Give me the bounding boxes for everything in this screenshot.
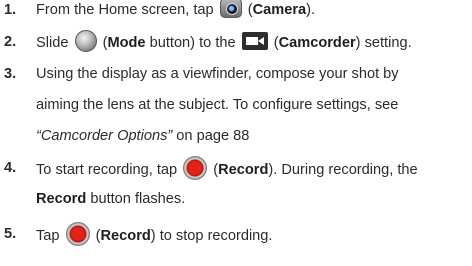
step-5-text-before: Tap bbox=[36, 227, 64, 244]
record-label: Record bbox=[218, 161, 269, 178]
paren: ( bbox=[243, 2, 253, 18]
step-4-line-1: To start recording, tap (Record). During… bbox=[36, 156, 472, 189]
step-2-text-mid: button) to the bbox=[145, 34, 240, 51]
step-4-text-after: ). During recording, the bbox=[268, 161, 418, 178]
step-5-text-after: ) to stop recording. bbox=[150, 227, 273, 244]
record-label: Record bbox=[100, 227, 151, 244]
camcorder-icon bbox=[241, 32, 268, 50]
paren: ( bbox=[269, 34, 279, 51]
step-2-text-after: ) setting. bbox=[355, 34, 412, 51]
step-number: 2. bbox=[4, 34, 17, 50]
record-icon bbox=[183, 156, 208, 180]
camera-label: Camera bbox=[252, 2, 307, 18]
camcorder-label: Camcorder bbox=[278, 34, 356, 51]
mode-label: Mode bbox=[107, 34, 146, 51]
step-1-text-before: From the Home screen, tap bbox=[36, 2, 218, 18]
record-icon bbox=[65, 222, 90, 246]
step-text: Slide (Mode button) to the (Camcorder) s… bbox=[36, 30, 472, 54]
camcorder-options-reference: “Camcorder Options” bbox=[36, 128, 173, 144]
step-3-line-3: “Camcorder Options” on page 88 bbox=[36, 126, 472, 157]
step-4-text-before: To start recording, tap bbox=[36, 161, 182, 178]
record-label: Record bbox=[36, 191, 87, 207]
step-number: 3. bbox=[4, 66, 17, 82]
step-text: Tap (Record) to stop recording. bbox=[36, 222, 472, 248]
step-text: Using the display as a viewfinder, compo… bbox=[36, 64, 472, 157]
step-text: From the Home screen, tap (Camera). bbox=[36, 0, 472, 20]
camera-icon bbox=[219, 0, 242, 19]
step-2-text-before: Slide bbox=[36, 34, 73, 51]
page-reference: on page 88 bbox=[172, 128, 250, 144]
step-4-line-2: Record button flashes. bbox=[36, 189, 472, 220]
mode-button-icon bbox=[74, 30, 97, 52]
step-text: To start recording, tap (Record). During… bbox=[36, 156, 472, 220]
step-4-line-2-after: button flashes. bbox=[86, 191, 186, 207]
paren: ( bbox=[91, 227, 101, 244]
step-3-line-1: Using the display as a viewfinder, compo… bbox=[36, 66, 399, 82]
paren-close: ). bbox=[306, 2, 316, 18]
step-number: 1. bbox=[4, 2, 17, 18]
paren: ( bbox=[209, 161, 219, 178]
step-number: 5. bbox=[4, 226, 17, 242]
step-3-line-2: aiming the lens at the subject. To confi… bbox=[36, 97, 399, 113]
step-number: 4. bbox=[4, 160, 17, 176]
